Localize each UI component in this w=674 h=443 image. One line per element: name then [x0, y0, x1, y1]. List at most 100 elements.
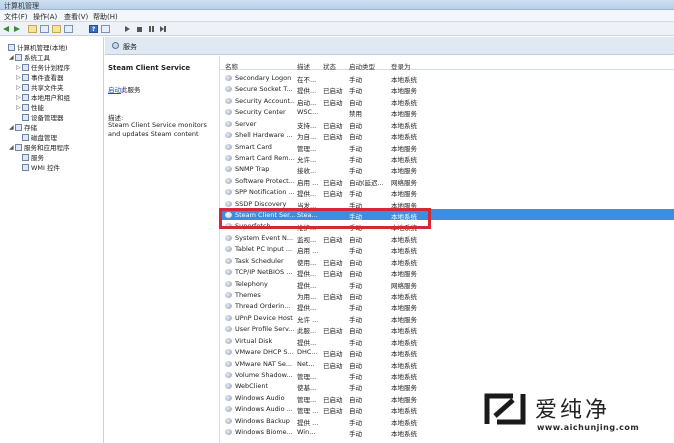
window-titlebar: 计算机管理: [0, 0, 674, 10]
tree-item-label: WMI 控件: [31, 164, 61, 172]
menu-action[interactable]: 操作(A): [33, 12, 57, 22]
tree-item-label: 事件查看器: [31, 74, 64, 82]
service-name: TCP/IP NetBIOS ...: [235, 268, 293, 277]
tree-item-label: 性能: [31, 104, 44, 112]
tree-item[interactable]: 服务: [16, 152, 44, 162]
service-gear-icon: [225, 394, 232, 401]
table-row[interactable]: Server 支持... 已启动 自动 本地系统: [220, 118, 674, 130]
service-name: Software Protect...: [235, 176, 295, 185]
column-startup-type[interactable]: 启动类型: [349, 61, 375, 71]
table-row[interactable]: Virtual Disk 提供... 手动 本地系统: [220, 335, 674, 347]
folder-icon[interactable]: [28, 25, 37, 33]
console-tree-icon[interactable]: [40, 25, 49, 33]
menu-view[interactable]: 查看(V): [64, 12, 88, 22]
forward-arrow-icon[interactable]: [12, 25, 21, 33]
service-gear-icon: [225, 269, 232, 276]
tree-expander-icon[interactable]: ▷: [16, 94, 21, 101]
tree-node-icon: [22, 63, 29, 71]
table-row[interactable]: SNMP Trap 接收... 手动 本地服务: [220, 163, 674, 175]
table-row[interactable]: Themes 为用... 已启动 自动 本地系统: [220, 289, 674, 301]
service-detail-pane: Steam Client Service 启动此服务 描述: Steam Cli…: [105, 56, 219, 443]
table-row[interactable]: UPnP Device Host 允许 ... 手动 本地服务: [220, 312, 674, 324]
back-arrow-icon[interactable]: [2, 25, 11, 33]
tree-expander-icon[interactable]: ▷: [16, 74, 21, 81]
properties-icon[interactable]: [64, 25, 73, 33]
help-icon[interactable]: ?: [89, 25, 98, 33]
table-row[interactable]: VMware NAT Se... Net... 已启动 自动 本地系统: [220, 358, 674, 370]
table-row[interactable]: Tablet PC Input ... 启用 ... 手动 本地系统: [220, 243, 674, 255]
table-row[interactable]: Secure Socket T... 提供... 已启动 手动 本地服务: [220, 83, 674, 95]
tree-item[interactable]: ◢ 存储: [9, 122, 37, 132]
table-row[interactable]: Shell Hardware ... 为自... 已启动 自动 本地系统: [220, 129, 674, 141]
tree-item-label: 设备管理器: [31, 114, 64, 122]
table-row[interactable]: Secondary Logon 在不... 手动 本地系统: [220, 72, 674, 84]
menu-file[interactable]: 文件(F): [4, 12, 28, 22]
tree-expander-icon[interactable]: ◢: [9, 124, 14, 131]
table-row[interactable]: TCP/IP NetBIOS ... 提供... 已启动 自动 本地服务: [220, 266, 674, 278]
tree-item[interactable]: ▷ 事件查看器: [16, 72, 64, 82]
menu-help[interactable]: 帮助(H): [93, 12, 118, 22]
table-row[interactable]: Smart Card 管理... 手动 本地服务: [220, 141, 674, 153]
service-gear-icon: [225, 326, 232, 333]
table-row[interactable]: Thread Orderin... 提供... 手动 本地服务: [220, 300, 674, 312]
service-gear-icon: [225, 371, 232, 378]
table-row[interactable]: User Profile Serv... 此服... 已启动 自动 本地系统: [220, 323, 674, 335]
tree-item[interactable]: ▷ 本地用户和组: [16, 92, 70, 102]
service-gear-icon: [225, 234, 232, 241]
tree-expander-icon[interactable]: ▷: [16, 64, 21, 71]
column-name[interactable]: 名称: [225, 61, 238, 71]
table-row[interactable]: SPP Notification ... 提供... 已启动 手动 本地服务: [220, 186, 674, 198]
table-row[interactable]: Software Protect... 启用 ... 已启动 自动(延迟... 网络服务: [220, 175, 674, 187]
tree-item-label: 任务计划程序: [31, 64, 70, 72]
view-icon[interactable]: [101, 25, 110, 33]
table-row[interactable]: System Event N... 监视... 已启动 自动 本地系统: [220, 232, 674, 244]
tree-node-icon: [22, 83, 29, 91]
tree-item-label: 存储: [24, 124, 37, 132]
tree-item[interactable]: ◢ 服务和应用程序: [9, 142, 70, 152]
service-gear-icon: [225, 109, 232, 116]
tree-expander-icon[interactable]: ◢: [9, 144, 14, 151]
stop-service-icon[interactable]: [135, 25, 144, 33]
tree-node-icon: [22, 163, 29, 171]
tree-node-icon: [8, 43, 15, 51]
watermark-url: www.aichunjing.com: [537, 423, 640, 432]
column-logon-as[interactable]: 登录为: [391, 61, 411, 71]
service-gear-icon: [225, 429, 232, 436]
page-title: 服务: [123, 43, 137, 51]
start-service-suffix: 此服务: [121, 86, 141, 94]
table-row[interactable]: Smart Card Rem... 允许... 手动 本地系统: [220, 152, 674, 164]
tree-expander-icon[interactable]: ▷: [16, 84, 21, 91]
tree-item[interactable]: ▷ 共享文件夹: [16, 82, 64, 92]
table-row[interactable]: Security Account... 启动... 已启动 自动 本地系统: [220, 95, 674, 107]
tree-item-label: 本地用户和组: [31, 94, 70, 102]
table-row[interactable]: Security Center WSC... 禁用 本地服务: [220, 106, 674, 118]
service-name: Server: [235, 119, 257, 128]
table-row[interactable]: Telephony 提供... 手动 网络服务: [220, 278, 674, 290]
service-gear-icon: [225, 383, 232, 390]
tree-item[interactable]: ▷ 任务计划程序: [16, 62, 70, 72]
tree-expander-icon[interactable]: ◢: [9, 54, 14, 61]
tree-item[interactable]: ◢ 系统工具: [9, 52, 50, 62]
column-status[interactable]: 状态: [323, 61, 336, 71]
tree-item[interactable]: WMI 控件: [16, 162, 60, 172]
tree-item-label: 服务: [31, 154, 44, 162]
tree-item[interactable]: ▷ 性能: [16, 102, 44, 112]
start-service-icon[interactable]: [123, 25, 132, 33]
table-row[interactable]: VMware DHCP S... DHC... 已启动 自动 本地系统: [220, 346, 674, 358]
service-name: Themes: [235, 290, 261, 299]
start-service-link[interactable]: 启动: [108, 86, 121, 94]
toolbar: ?: [0, 22, 674, 36]
tree-item[interactable]: 设备管理器: [16, 112, 64, 122]
service-gear-icon: [225, 337, 232, 344]
export-list-icon[interactable]: [52, 25, 61, 33]
tree-item[interactable]: 磁盘管理: [16, 132, 57, 142]
pause-service-icon[interactable]: [147, 25, 156, 33]
restart-service-icon[interactable]: [159, 25, 168, 33]
table-row[interactable]: Task Scheduler 使用... 已启动 自动 本地系统: [220, 255, 674, 267]
service-name: SSDP Discovery: [235, 199, 287, 208]
tree-expander-icon[interactable]: ▷: [16, 104, 21, 111]
column-description[interactable]: 描述: [297, 61, 310, 71]
service-name: Thread Orderin...: [235, 302, 291, 311]
tree-item[interactable]: 计算机管理(本地): [2, 42, 68, 52]
table-row[interactable]: Volume Shadow... 管理... 手动 本地系统: [220, 369, 674, 381]
